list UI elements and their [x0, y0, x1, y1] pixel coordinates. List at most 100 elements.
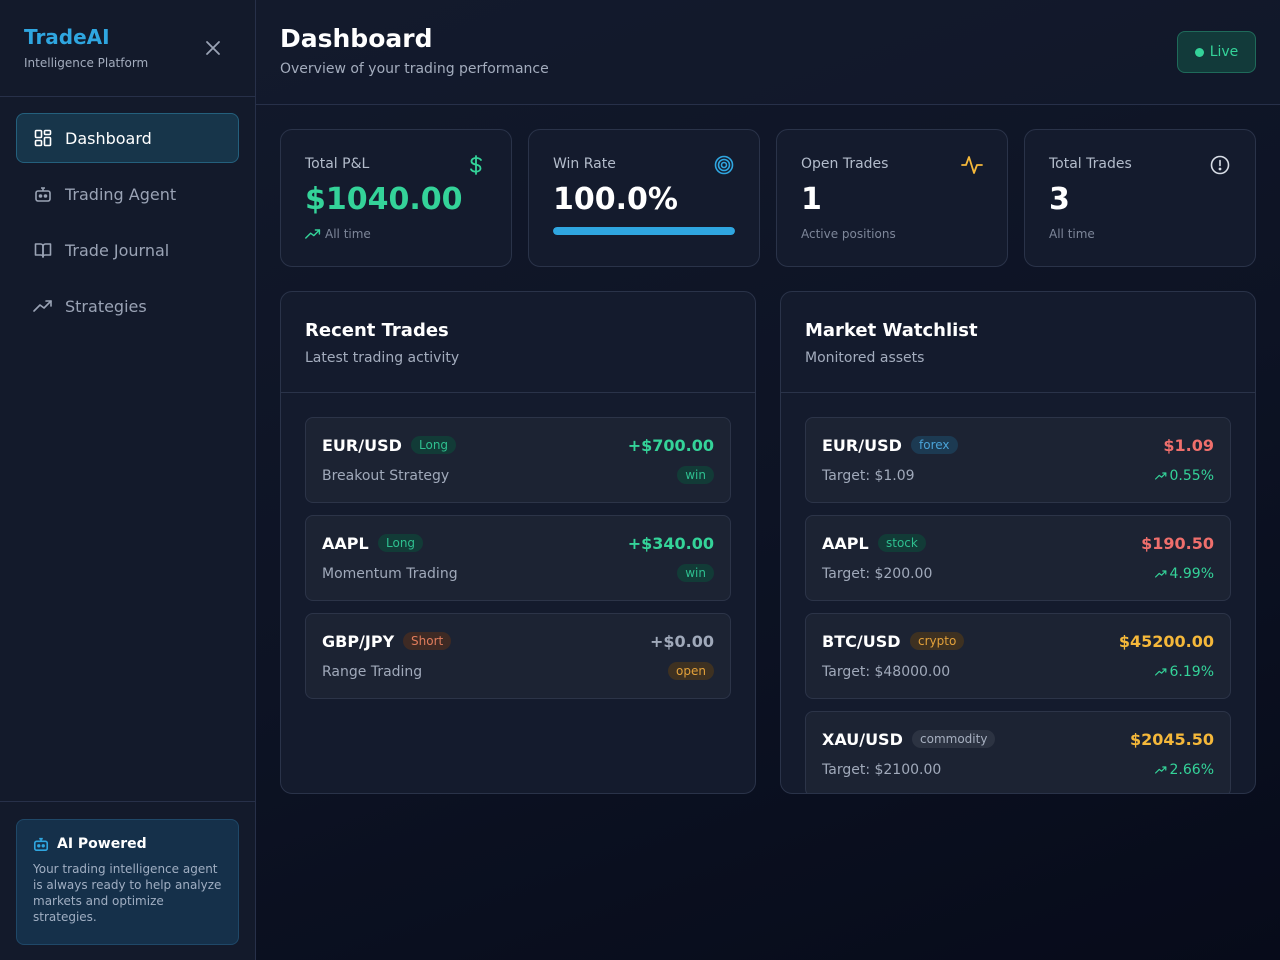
trending-up-icon	[1154, 765, 1167, 775]
win-rate-progress-fill	[553, 227, 735, 235]
sidebar: TradeAI Intelligence Platform Dashboard	[0, 0, 256, 960]
ai-card-heading: AI Powered	[33, 836, 222, 852]
asset-change-value: 6.19%	[1169, 664, 1214, 680]
trade-symbol: EUR/USD	[322, 436, 402, 455]
close-sidebar-button[interactable]	[203, 38, 223, 58]
page-title: Dashboard	[280, 24, 433, 53]
target-icon	[713, 154, 735, 176]
asset-change: 4.99%	[1154, 566, 1214, 582]
brand-title: TradeAI	[24, 25, 110, 49]
bot-icon	[33, 184, 53, 204]
close-icon	[206, 41, 220, 55]
ai-card-title: AI Powered	[57, 836, 147, 852]
stat-label: Total Trades	[1049, 156, 1132, 172]
trade-row[interactable]: EUR/USD Long Breakout Strategy +$700.00 …	[305, 417, 731, 503]
asset-change: 2.66%	[1154, 762, 1214, 778]
ai-powered-card: AI Powered Your trading intelligence age…	[16, 819, 239, 945]
ai-card-text: Your trading intelligence agent is alway…	[33, 862, 222, 924]
stat-label: Open Trades	[801, 156, 889, 172]
stat-label: Total P&L	[305, 156, 370, 172]
asset-change-value: 2.66%	[1169, 762, 1214, 778]
win-rate-progress	[553, 227, 735, 235]
stat-note: All time	[1049, 227, 1095, 241]
asset-symbol: BTC/USD	[822, 632, 901, 651]
watchlist-row[interactable]: XAU/USD commodity Target: $2100.00 $2045…	[805, 711, 1231, 793]
stat-note: Active positions	[801, 227, 896, 241]
sidebar-item-trading-agent[interactable]: Trading Agent	[16, 169, 239, 219]
asset-type-badge: commodity	[912, 730, 996, 748]
asset-target: Target: $1.09	[822, 468, 915, 484]
panel-title: Recent Trades	[305, 320, 449, 341]
asset-price: $2045.50	[1129, 730, 1214, 749]
panel-title: Market Watchlist	[805, 320, 978, 341]
trade-strategy: Breakout Strategy	[322, 468, 450, 484]
recent-trades-panel: Recent Trades Latest trading activity EU…	[280, 291, 756, 794]
win-rate-value: 100.0%	[553, 182, 678, 217]
watchlist-row[interactable]: EUR/USD forex Target: $1.09 $1.09 0.55%	[805, 417, 1231, 503]
live-label: Live	[1209, 44, 1239, 60]
stat-note-text: Active positions	[801, 227, 896, 241]
live-dot-icon	[1194, 47, 1204, 57]
trade-row[interactable]: GBP/JPY Short Range Trading +$0.00 open	[305, 613, 731, 699]
activity-icon	[961, 154, 983, 176]
market-watchlist-panel: Market Watchlist Monitored assets EUR/US…	[780, 291, 1256, 794]
asset-change: 6.19%	[1154, 664, 1214, 680]
asset-symbol: AAPL	[822, 534, 869, 553]
panel-subtitle: Monitored assets	[805, 350, 925, 366]
sidebar-footer: AI Powered Your trading intelligence age…	[0, 801, 255, 960]
watchlist-row[interactable]: AAPL stock Target: $200.00 $190.50 4.99%	[805, 515, 1231, 601]
watchlist-list: EUR/USD forex Target: $1.09 $1.09 0.55% …	[805, 417, 1231, 793]
win-rate-card: Win Rate 100.0%	[528, 129, 760, 267]
asset-type-badge: stock	[878, 534, 926, 552]
trade-pnl: +$340.00	[627, 534, 714, 553]
dollar-icon	[465, 154, 487, 176]
panel-header: Recent Trades Latest trading activity	[281, 292, 755, 393]
sidebar-item-dashboard[interactable]: Dashboard	[16, 113, 239, 163]
asset-price: $1.09	[1163, 436, 1214, 455]
trade-strategy: Momentum Trading	[322, 566, 458, 582]
stat-label: Win Rate	[553, 156, 616, 172]
panel-subtitle: Latest trading activity	[305, 350, 460, 366]
asset-symbol: XAU/USD	[822, 730, 903, 749]
asset-change-value: 0.55%	[1169, 468, 1214, 484]
trade-pnl: +$0.00	[649, 632, 714, 651]
trade-side-badge: Long	[411, 436, 457, 454]
asset-price: $190.50	[1141, 534, 1214, 553]
asset-target: Target: $2100.00	[822, 762, 942, 778]
total-trades-value: 3	[1049, 182, 1070, 217]
stat-note: All time	[305, 227, 371, 241]
trade-pnl: +$700.00	[627, 436, 714, 455]
total-pnl-card: Total P&L $1040.00 All time	[280, 129, 512, 267]
asset-target: Target: $48000.00	[822, 664, 951, 680]
sidebar-item-label: Trade Journal	[65, 240, 170, 260]
trade-symbol: AAPL	[322, 534, 369, 553]
brand-header: TradeAI Intelligence Platform	[0, 0, 255, 97]
page-subtitle: Overview of your trading performance	[280, 61, 549, 77]
trade-status-badge: open	[668, 662, 714, 680]
stat-note-text: All time	[1049, 227, 1095, 241]
book-icon	[33, 240, 53, 260]
trade-side-badge: Short	[403, 632, 452, 650]
live-status-badge[interactable]: Live	[1177, 31, 1256, 73]
sidebar-item-trade-journal[interactable]: Trade Journal	[16, 225, 239, 275]
asset-symbol: EUR/USD	[822, 436, 902, 455]
trending-up-icon	[1154, 569, 1167, 579]
asset-price: $45200.00	[1118, 632, 1214, 651]
stat-note-text: All time	[325, 227, 371, 241]
sidebar-item-strategies[interactable]: Strategies	[16, 281, 239, 331]
trade-symbol: GBP/JPY	[322, 632, 395, 651]
open-trades-card: Open Trades 1 Active positions	[776, 129, 1008, 267]
asset-change: 0.55%	[1154, 468, 1214, 484]
asset-type-badge: crypto	[910, 632, 965, 650]
total-trades-card: Total Trades 3 All time	[1024, 129, 1256, 267]
brand-subtitle: Intelligence Platform	[24, 56, 149, 70]
trade-strategy: Range Trading	[322, 664, 423, 680]
open-trades-value: 1	[801, 182, 822, 217]
trade-side-badge: Long	[378, 534, 424, 552]
alert-circle-icon	[1209, 154, 1231, 176]
trending-up-icon	[305, 228, 321, 240]
watchlist-row[interactable]: BTC/USD crypto Target: $48000.00 $45200.…	[805, 613, 1231, 699]
trade-row[interactable]: AAPL Long Momentum Trading +$340.00 win	[305, 515, 731, 601]
total-pnl-value: $1040.00	[305, 182, 463, 217]
trending-up-icon	[1154, 471, 1167, 481]
